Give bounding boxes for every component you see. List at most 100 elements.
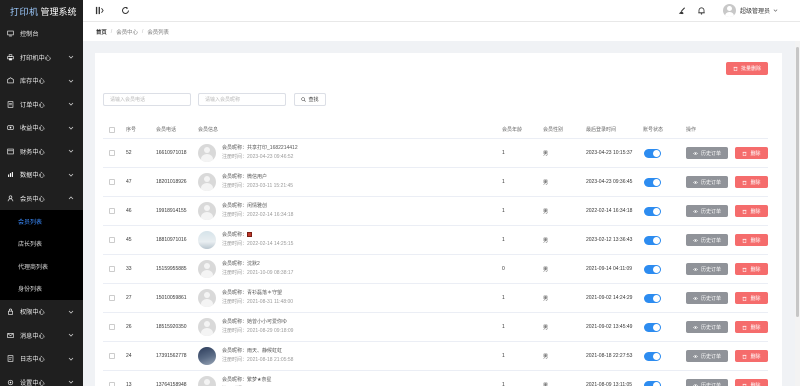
delete-button[interactable]: 删除 (735, 147, 768, 159)
user-name: 超级管理员 (739, 9, 770, 15)
history-orders-button[interactable]: 历史订单 (686, 147, 728, 159)
history-orders-label: 历史订单 (700, 179, 721, 186)
col-actions: 操作 (686, 127, 697, 133)
history-orders-button[interactable]: 历史订单 (686, 263, 728, 275)
row-checkbox[interactable] (109, 179, 115, 185)
member-last-login: 2021-09-02 13:45:49 (586, 324, 633, 330)
chevron-down-icon (68, 356, 74, 362)
breadcrumb-member-center[interactable]: 会员中心 (116, 28, 138, 36)
history-orders-label: 历史订单 (700, 266, 721, 273)
account-status-toggle[interactable] (644, 235, 661, 245)
row-checkbox[interactable] (109, 266, 115, 272)
history-orders-button[interactable]: 历史订单 (686, 234, 728, 246)
member-phone-input[interactable] (103, 93, 191, 106)
sidebar-item-log[interactable]: 日志中心 (0, 347, 83, 371)
select-all-cell (109, 121, 115, 138)
actions-cell: 历史订单 删除 (686, 226, 768, 254)
sidebar-item-data[interactable]: 数据中心 (0, 163, 83, 187)
row-checkbox[interactable] (109, 295, 115, 301)
scrollbar-thumb[interactable] (796, 47, 799, 317)
member-info: 会员昵称：繁梦★奈星注册时间：2021-08-10 18:32:18 (198, 371, 293, 386)
actions-cell: 历史订单 删除 (686, 139, 768, 167)
status-cell (644, 313, 661, 341)
member-last-login: 2021-08-18 22:27:53 (586, 353, 633, 359)
status-cell (644, 371, 661, 386)
user-menu[interactable]: 超级管理员 (722, 4, 778, 17)
sidebar: 打印机 管理系统 控制台 打印机中心 库存中心 订单中心 收益中心 财务中心 数据中心 会员中… (0, 0, 83, 386)
member-id: 26 (126, 324, 132, 330)
row-select-cell (109, 197, 115, 225)
row-checkbox[interactable] (109, 324, 115, 330)
account-status-toggle[interactable] (644, 177, 661, 187)
member-age: 1 (502, 382, 505, 386)
sidebar-subitem[interactable]: 店长列表 (0, 232, 83, 255)
sidebar-item-member[interactable]: 会员中心 (0, 187, 83, 211)
account-status-toggle[interactable] (644, 322, 661, 332)
refresh-icon[interactable] (121, 6, 130, 15)
row-checkbox[interactable] (109, 150, 115, 156)
sidebar-item-order[interactable]: 订单中心 (0, 93, 83, 117)
notification-bell-icon[interactable] (697, 6, 706, 15)
chevron-down-icon (68, 172, 74, 178)
history-orders-button[interactable]: 历史订单 (686, 205, 728, 217)
sidebar-item-permission[interactable]: 权限中心 (0, 300, 83, 324)
delete-button[interactable]: 删除 (735, 234, 768, 246)
status-cell (644, 197, 661, 225)
select-all-checkbox[interactable] (109, 126, 115, 133)
history-orders-button[interactable]: 历史订单 (686, 321, 728, 333)
search-button[interactable]: 查找 (294, 93, 326, 106)
member-age: 1 (502, 353, 505, 359)
history-orders-button[interactable]: 历史订单 (686, 379, 728, 386)
delete-button[interactable]: 删除 (735, 379, 768, 386)
member-last-login: 2023-02-12 13:36:43 (586, 237, 633, 243)
sidebar-item-settings[interactable]: 设置中心 (0, 371, 83, 386)
delete-button[interactable]: 删除 (735, 263, 768, 275)
sidebar-item-stock[interactable]: 库存中心 (0, 69, 83, 93)
member-info: 会员昵称：沈默2 注册时间：2021-10-09 08:38:17 (198, 255, 293, 283)
member-info: 会员昵称：青衫磊落＊守望 注册时间：2021-08-31 11:48:00 (198, 284, 293, 312)
history-orders-button[interactable]: 历史订单 (686, 176, 728, 188)
row-checkbox[interactable] (109, 237, 115, 243)
member-last-login: 2023-04-23 09:36:45 (586, 179, 633, 185)
page-scrollbar[interactable] (795, 41, 800, 386)
nickname-label: 会员昵称： (222, 261, 248, 267)
row-checkbox[interactable] (109, 353, 115, 359)
eye-icon (693, 180, 698, 184)
chevron-up-icon (68, 195, 74, 201)
delete-button[interactable]: 删除 (735, 321, 768, 333)
sidebar-subitem[interactable]: 会员列表 (0, 210, 83, 233)
sidebar-item-message[interactable]: 消息中心 (0, 324, 83, 348)
row-checkbox[interactable] (109, 382, 115, 386)
trash-icon (743, 151, 747, 156)
sidebar-item-printer[interactable]: 打印机中心 (0, 46, 83, 70)
history-orders-button[interactable]: 历史订单 (686, 350, 728, 362)
sidebar-item-monitor[interactable]: 控制台 (0, 22, 83, 46)
delete-button[interactable]: 删除 (735, 176, 768, 188)
account-status-toggle[interactable] (644, 148, 661, 158)
collapse-menu-icon[interactable] (95, 6, 104, 15)
row-checkbox[interactable] (109, 208, 115, 214)
member-nickname-input[interactable] (198, 93, 286, 106)
app-logo[interactable]: 打印机 管理系统 (0, 0, 83, 22)
sidebar-item-income[interactable]: 收益中心 (0, 116, 83, 140)
clear-cache-icon[interactable] (677, 6, 686, 15)
account-status-toggle[interactable] (644, 206, 661, 216)
register-label: 注册时间： (222, 270, 248, 276)
sidebar-item-finance[interactable]: 财务中心 (0, 140, 83, 164)
bulk-delete-button[interactable]: 批量删除 (726, 62, 768, 75)
member-phone: 18515920350 (156, 324, 187, 330)
account-status-toggle[interactable] (644, 380, 661, 386)
sidebar-subitem[interactable]: 身份列表 (0, 277, 83, 300)
monitor-icon (7, 30, 14, 37)
delete-button[interactable]: 删除 (735, 292, 768, 304)
delete-button[interactable]: 删除 (735, 205, 768, 217)
delete-button[interactable]: 删除 (735, 350, 768, 362)
sidebar-subitem[interactable]: 代理商列表 (0, 255, 83, 278)
member-register-time: 2022-02-14 14:25:15 (247, 241, 294, 247)
account-status-toggle[interactable] (644, 351, 661, 361)
account-status-toggle[interactable] (644, 264, 661, 274)
breadcrumb-home[interactable]: 首页 (96, 28, 107, 36)
history-orders-button[interactable]: 历史订单 (686, 292, 728, 304)
bulk-delete-label: 批量删除 (740, 66, 761, 72)
account-status-toggle[interactable] (644, 293, 661, 303)
